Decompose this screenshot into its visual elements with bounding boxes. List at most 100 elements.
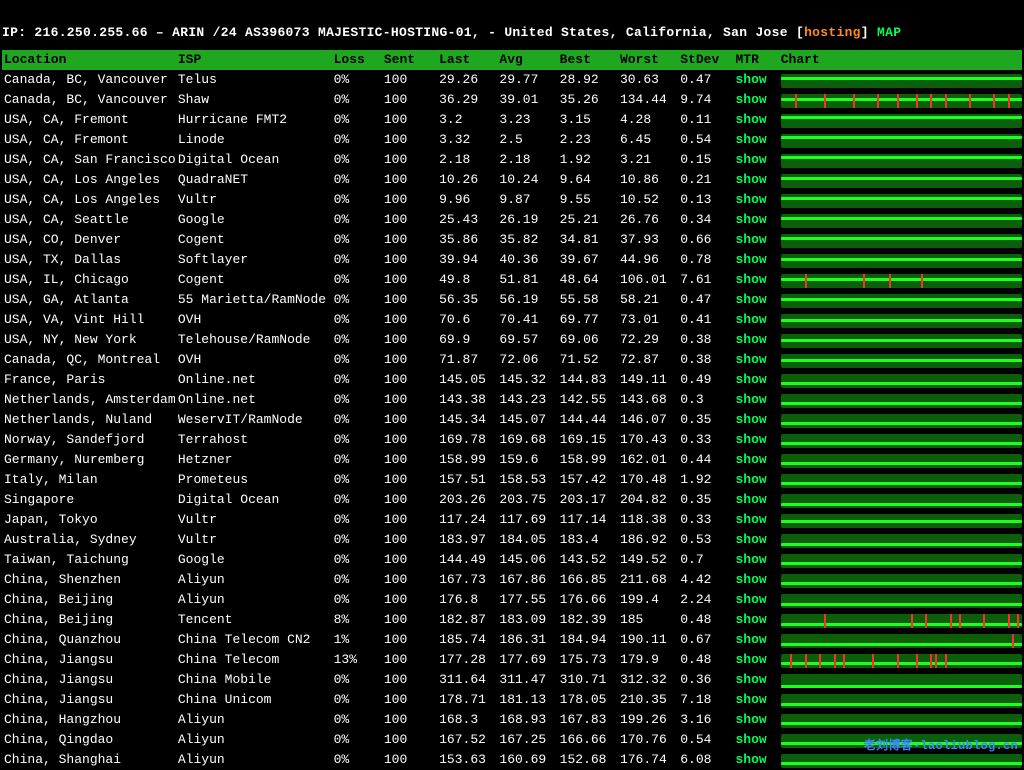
cell-worst: 211.68 xyxy=(620,570,680,590)
mtr-show-link[interactable]: show xyxy=(736,70,781,90)
cell-sent: 100 xyxy=(384,430,439,450)
col-mtr[interactable]: MTR xyxy=(736,50,781,70)
mtr-show-link[interactable]: show xyxy=(736,530,781,550)
mtr-show-link[interactable]: show xyxy=(736,150,781,170)
mtr-show-link[interactable]: show xyxy=(736,490,781,510)
mtr-show-link[interactable]: show xyxy=(736,110,781,130)
mtr-show-link[interactable]: show xyxy=(736,750,781,770)
cell-best: 28.92 xyxy=(560,70,620,90)
chart-cell xyxy=(781,210,1022,230)
cell-isp: WeservIT/RamNode xyxy=(178,410,334,430)
cell-location: China, Hangzhou xyxy=(2,710,178,730)
cell-last: 71.87 xyxy=(439,350,499,370)
cell-avg: 169.68 xyxy=(499,430,559,450)
table-row: Italy, MilanPrometeus0%100157.51158.5315… xyxy=(2,470,1022,490)
cell-location: USA, IL, Chicago xyxy=(2,270,178,290)
cell-best: 178.05 xyxy=(560,690,620,710)
mtr-show-link[interactable]: show xyxy=(736,350,781,370)
map-link[interactable]: MAP xyxy=(877,25,901,40)
table-row: USA, CA, Los AngelesQuadraNET0%10010.261… xyxy=(2,170,1022,190)
cell-avg: 69.57 xyxy=(499,330,559,350)
mtr-show-link[interactable]: show xyxy=(736,550,781,570)
col-stdev[interactable]: StDev xyxy=(680,50,735,70)
mtr-show-link[interactable]: show xyxy=(736,570,781,590)
cell-sent: 100 xyxy=(384,130,439,150)
mtr-show-link[interactable]: show xyxy=(736,650,781,670)
cell-isp: Prometeus xyxy=(178,470,334,490)
col-avg[interactable]: Avg xyxy=(499,50,559,70)
cell-sent: 100 xyxy=(384,190,439,210)
mtr-show-link[interactable]: show xyxy=(736,230,781,250)
cell-last: 169.78 xyxy=(439,430,499,450)
col-chart[interactable]: Chart xyxy=(781,50,1022,70)
cell-avg: 10.24 xyxy=(499,170,559,190)
cell-best: 152.68 xyxy=(560,750,620,770)
cell-worst: 186.92 xyxy=(620,530,680,550)
mtr-show-link[interactable]: show xyxy=(736,430,781,450)
cell-worst: 10.86 xyxy=(620,170,680,190)
cell-stdev: 6.08 xyxy=(680,750,735,770)
cell-best: 9.55 xyxy=(560,190,620,210)
col-best[interactable]: Best xyxy=(560,50,620,70)
mtr-show-link[interactable]: show xyxy=(736,130,781,150)
chart-cell xyxy=(781,290,1022,310)
cell-best: 117.14 xyxy=(560,510,620,530)
mtr-show-link[interactable]: show xyxy=(736,170,781,190)
cell-loss: 1% xyxy=(334,630,384,650)
mtr-show-link[interactable]: show xyxy=(736,190,781,210)
mtr-show-link[interactable]: show xyxy=(736,690,781,710)
table-row: Norway, SandefjordTerrahost0%100169.7816… xyxy=(2,430,1022,450)
cell-loss: 0% xyxy=(334,70,384,90)
cell-isp: Telus xyxy=(178,70,334,90)
table-row: Taiwan, TaichungGoogle0%100144.49145.061… xyxy=(2,550,1022,570)
table-row: Australia, SydneyVultr0%100183.97184.051… xyxy=(2,530,1022,550)
mtr-show-link[interactable]: show xyxy=(736,90,781,110)
mtr-show-link[interactable]: show xyxy=(736,370,781,390)
cell-stdev: 0.48 xyxy=(680,650,735,670)
mtr-show-link[interactable]: show xyxy=(736,290,781,310)
mtr-show-link[interactable]: show xyxy=(736,270,781,290)
cell-avg: 9.87 xyxy=(499,190,559,210)
mtr-show-link[interactable]: show xyxy=(736,510,781,530)
cell-location: USA, NY, New York xyxy=(2,330,178,350)
cell-best: 1.92 xyxy=(560,150,620,170)
cell-best: 48.64 xyxy=(560,270,620,290)
col-last[interactable]: Last xyxy=(439,50,499,70)
mtr-show-link[interactable]: show xyxy=(736,210,781,230)
cell-worst: 170.76 xyxy=(620,730,680,750)
mtr-show-link[interactable]: show xyxy=(736,390,781,410)
mtr-show-link[interactable]: show xyxy=(736,330,781,350)
mtr-show-link[interactable]: show xyxy=(736,310,781,330)
cell-location: Netherlands, Nuland xyxy=(2,410,178,430)
cell-last: 185.74 xyxy=(439,630,499,650)
mtr-show-link[interactable]: show xyxy=(736,730,781,750)
cell-last: 178.71 xyxy=(439,690,499,710)
mtr-show-link[interactable]: show xyxy=(736,610,781,630)
cell-stdev: 0.67 xyxy=(680,630,735,650)
cell-worst: 149.11 xyxy=(620,370,680,390)
cell-worst: 44.96 xyxy=(620,250,680,270)
mtr-show-link[interactable]: show xyxy=(736,470,781,490)
cell-loss: 8% xyxy=(334,610,384,630)
mtr-show-link[interactable]: show xyxy=(736,710,781,730)
col-location[interactable]: Location xyxy=(2,50,178,70)
cell-last: 36.29 xyxy=(439,90,499,110)
table-row: USA, IL, ChicagoCogent0%10049.851.8148.6… xyxy=(2,270,1022,290)
mtr-show-link[interactable]: show xyxy=(736,630,781,650)
cell-loss: 0% xyxy=(334,150,384,170)
mtr-show-link[interactable]: show xyxy=(736,410,781,430)
mtr-show-link[interactable]: show xyxy=(736,450,781,470)
mtr-show-link[interactable]: show xyxy=(736,670,781,690)
cell-loss: 0% xyxy=(334,430,384,450)
cell-isp: 55 Marietta/RamNode xyxy=(178,290,334,310)
cell-worst: 72.29 xyxy=(620,330,680,350)
cell-location: USA, GA, Atlanta xyxy=(2,290,178,310)
mtr-show-link[interactable]: show xyxy=(736,250,781,270)
mtr-show-link[interactable]: show xyxy=(736,590,781,610)
col-isp[interactable]: ISP xyxy=(178,50,334,70)
table-row: USA, CA, Los AngelesVultr0%1009.969.879.… xyxy=(2,190,1022,210)
col-sent[interactable]: Sent xyxy=(384,50,439,70)
cell-best: 157.42 xyxy=(560,470,620,490)
col-worst[interactable]: Worst xyxy=(620,50,680,70)
col-loss[interactable]: Loss xyxy=(334,50,384,70)
